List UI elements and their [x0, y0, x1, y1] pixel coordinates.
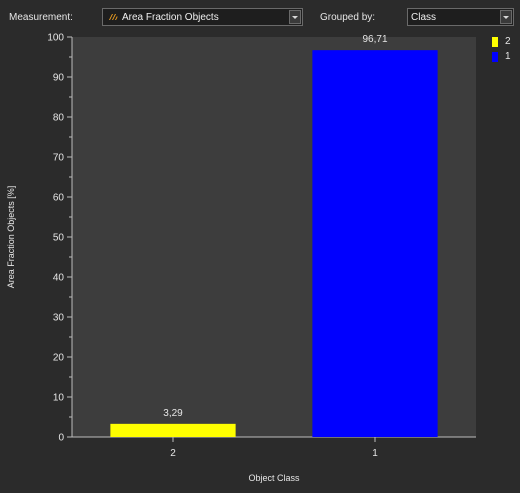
bar-1 — [312, 50, 438, 437]
legend-swatch — [492, 37, 498, 47]
bar-value-label: 3,29 — [163, 408, 183, 419]
y-tick-label: 10 — [53, 393, 65, 404]
x-tick-label: 1 — [372, 448, 378, 459]
y-tick-label: 90 — [53, 73, 65, 84]
bar-chart: 0102030405060708090100 21 3,2996,71 Area… — [6, 33, 476, 483]
y-tick-label: 20 — [53, 353, 65, 364]
y-tick-label: 100 — [47, 33, 64, 44]
y-tick-label: 30 — [53, 313, 65, 324]
y-tick-label: 70 — [53, 153, 65, 164]
legend-label: 2 — [505, 36, 511, 47]
x-axis-title: Object Class — [248, 473, 300, 483]
y-tick-label: 80 — [53, 113, 65, 124]
y-axis-title: Area Fraction Objects [%] — [6, 186, 16, 289]
y-tick-label: 40 — [53, 273, 65, 284]
x-tick-label: 2 — [170, 448, 176, 459]
bar-value-label: 96,71 — [362, 34, 387, 45]
y-tick-label: 50 — [53, 233, 65, 244]
y-tick-label: 60 — [53, 193, 65, 204]
y-axis: 0 10 20 30 40 50 60 70 80 90 100 — [47, 33, 73, 444]
legend-swatch — [492, 52, 498, 62]
y-tick-label: 0 — [58, 433, 64, 444]
legend-label: 1 — [505, 51, 511, 62]
x-axis: 21 — [72, 436, 476, 459]
bar-2 — [110, 423, 236, 437]
